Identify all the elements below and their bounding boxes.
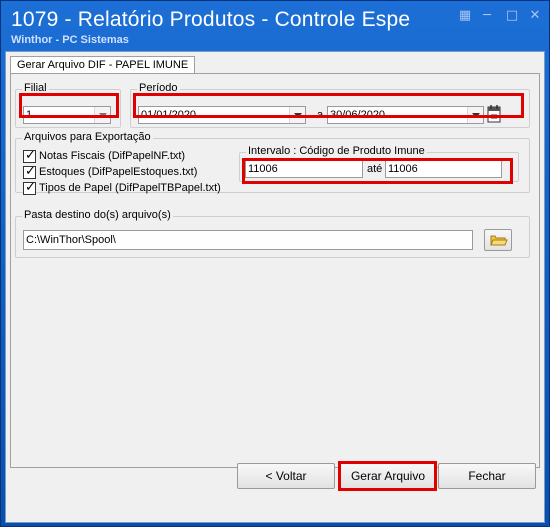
periodo-start-value: 01/01/2020 — [141, 109, 197, 121]
checkbox-label: Tipos de Papel (DifPapelTBPapel.txt) — [39, 182, 221, 194]
filial-label: Filial — [22, 82, 49, 94]
folder-icon — [490, 235, 508, 246]
chevron-down-icon[interactable] — [289, 107, 305, 123]
checkbox-box[interactable]: ✓ — [23, 180, 36, 195]
checkbox-box[interactable]: ✓ — [23, 148, 36, 163]
intervalo-label: Intervalo : Código de Produto Imune — [246, 145, 427, 157]
checkbox-label: Estoques (DifPapelEstoques.txt) — [39, 166, 198, 178]
maximize-icon[interactable]: □ — [504, 9, 520, 23]
intervalo-to-value: 11006 — [388, 163, 418, 175]
pasta-group: Pasta destino do(s) arquivo(s) C:\WinTho… — [15, 209, 530, 258]
window-title: 1079 - Relatório Produtos - Controle Esp… — [11, 8, 411, 31]
pasta-input[interactable]: C:\WinThor\Spool\ — [23, 230, 473, 250]
periodo-end-date[interactable]: 30/06/2020 — [327, 106, 484, 124]
periodo-label: Período — [137, 82, 180, 94]
back-button[interactable]: < Voltar — [237, 463, 335, 489]
generate-file-button[interactable]: Gerar Arquivo — [339, 463, 437, 489]
filial-value: 1 — [26, 109, 33, 121]
intervalo-group: Intervalo : Código de Produto Imune 1100… — [239, 145, 519, 182]
close-icon[interactable]: ✕ — [527, 9, 543, 23]
checkbox-label: Notas Fiscais (DifPapelNF.txt) — [39, 150, 186, 162]
arquivos-group: Arquivos para Exportação ✓ Notas Fiscais… — [15, 131, 530, 195]
periodo-start-date[interactable]: 01/01/2020 — [138, 106, 306, 124]
checkbox-box[interactable]: ✓ — [23, 164, 36, 179]
periodo-separator: a — [317, 109, 324, 121]
intervalo-to-input[interactable]: 11006 — [385, 160, 502, 178]
intervalo-from-input[interactable]: 11006 — [245, 160, 363, 178]
tab-gerar-arquivo[interactable]: Gerar Arquivo DIF - PAPEL IMUNE — [10, 56, 196, 74]
browse-folder-button[interactable] — [484, 229, 512, 251]
tab-panel: Filial 1 Período 01/01/2020 a 30/06/2020 — [10, 73, 540, 468]
close-button[interactable]: Fechar — [438, 463, 536, 489]
intervalo-separator: até — [367, 163, 383, 175]
restore-icon[interactable]: ▦ — [457, 9, 473, 23]
check-icon: ✓ — [25, 164, 36, 179]
calendar-icon[interactable] — [487, 105, 501, 123]
pasta-label: Pasta destino do(s) arquivo(s) — [22, 209, 173, 221]
title-bar[interactable]: 1079 - Relatório Produtos - Controle Esp… — [1, 1, 549, 47]
pasta-value: C:\WinThor\Spool\ — [26, 234, 116, 246]
arquivos-label: Arquivos para Exportação — [22, 131, 153, 143]
filial-group: Filial 1 — [15, 82, 121, 128]
check-icon: ✓ — [25, 148, 36, 163]
periodo-end-value: 30/06/2020 — [330, 109, 386, 121]
intervalo-from-value: 11006 — [248, 163, 278, 175]
check-icon: ✓ — [25, 180, 36, 195]
filial-select[interactable]: 1 — [23, 106, 111, 124]
client-area: Gerar Arquivo DIF - PAPEL IMUNE Filial 1… — [5, 51, 545, 523]
chevron-down-icon[interactable] — [94, 107, 110, 123]
chevron-down-icon[interactable] — [467, 107, 483, 123]
window-subtitle: Winthor - PC Sistemas — [11, 34, 129, 46]
periodo-group: Período 01/01/2020 a 30/06/2020 — [130, 82, 530, 128]
app-window: 1079 - Relatório Produtos - Controle Esp… — [0, 0, 550, 527]
minimize-icon[interactable]: ─ — [479, 9, 495, 23]
